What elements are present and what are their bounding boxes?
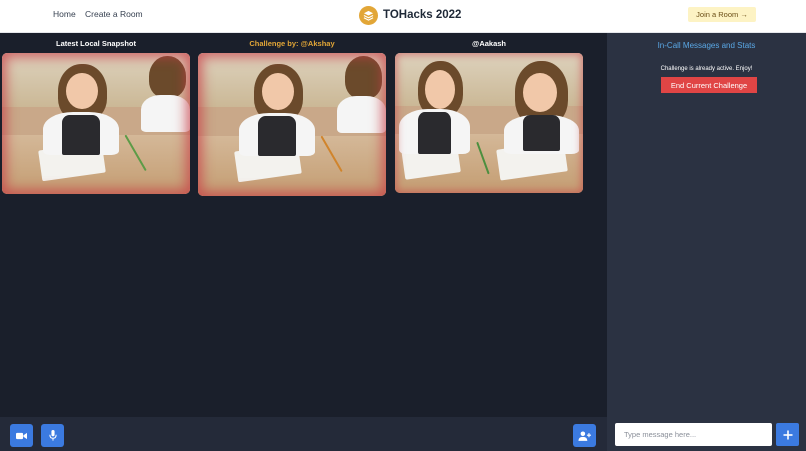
plus-icon [783,430,792,439]
video-stage: Latest Local Snapshot Challenge by: @Aks… [0,33,607,417]
stack-logo-icon [359,5,378,25]
add-user-icon [578,430,591,441]
call-controls-bar [0,417,607,451]
brand-title: TOHacks 2022 [383,9,462,21]
join-room-button[interactable]: Join a Room → [688,7,756,22]
nav-create-room-link[interactable]: Create a Room [85,9,143,19]
peer-video [395,53,583,193]
video-camera-icon [16,432,27,439]
nav-home-link[interactable]: Home [53,9,76,19]
top-navbar: Home Create a Room TOHacks 2022 Join a R… [0,0,806,33]
tile-label-local-snapshot: Latest Local Snapshot [55,39,136,48]
tile-label-challenge: Challenge by: @Akshay [249,39,335,48]
toggle-mic-button[interactable] [41,424,64,447]
invite-user-button[interactable] [573,424,596,447]
side-panel: In-Call Messages and Stats Challenge is … [607,33,806,451]
microphone-icon [48,430,57,441]
challenge-video [198,53,386,196]
brand[interactable]: TOHacks 2022 [359,5,461,25]
side-panel-title: In-Call Messages and Stats [657,41,756,50]
send-message-button[interactable] [776,423,799,446]
tile-label-peer: @Aakash [472,39,506,48]
local-snapshot-video [2,53,190,194]
toggle-video-button[interactable] [10,424,33,447]
challenge-status-text: Challenge is already active. Enjoy! [660,66,753,72]
message-input[interactable] [615,423,772,446]
end-challenge-button[interactable]: End Current Challenge [661,77,757,93]
